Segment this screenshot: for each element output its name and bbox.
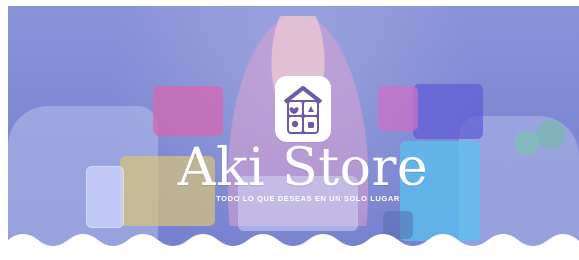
hero-banner-container: Aki Store TODO LO QUE DESEAS EN UN SOLO …: [0, 0, 579, 260]
hero-banner: Aki Store TODO LO QUE DESEAS EN UN SOLO …: [8, 6, 579, 252]
shopping-bag-magenta: [378, 86, 418, 131]
store-tagline: TODO LO QUE DESEAS EN UN SOLO LUGAR: [216, 194, 400, 203]
shopping-bag-navy: [413, 84, 483, 139]
store-title: Aki Store: [177, 138, 429, 198]
plant-decoration: [509, 116, 569, 161]
shopping-bag-light: [86, 166, 124, 228]
wave-edge-decoration: [8, 234, 579, 252]
store-logo-icon: [275, 76, 331, 142]
shopping-bag-pink: [153, 86, 223, 136]
